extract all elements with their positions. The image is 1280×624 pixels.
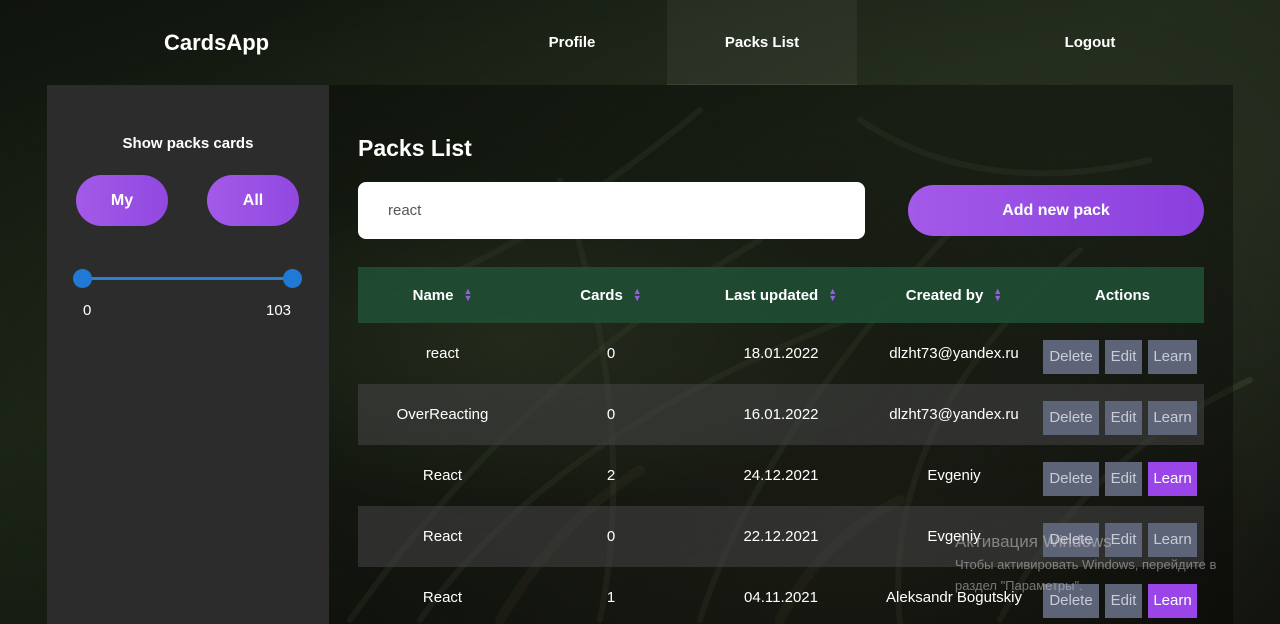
header-created-by[interactable]: Created by ▲ ▼ [867,287,1041,304]
pack-last-updated: 04.11.2021 [744,589,818,606]
header-cards-label: Cards [580,286,623,304]
row-actions: Delete Edit Learn [1041,517,1204,557]
header-last-updated-label: Last updated [724,286,819,304]
pack-name: React [422,528,463,545]
row-actions: Delete Edit Learn [1041,456,1204,496]
edit-button[interactable]: Edit [1105,522,1142,557]
header-cards[interactable]: Cards ▲ ▼ [527,287,695,304]
learn-button[interactable]: Learn [1148,400,1197,435]
my-packs-button[interactable]: My [76,175,168,226]
header-actions: Actions [1094,286,1150,304]
sort-icon[interactable]: ▲ ▼ [633,287,642,303]
table-row: React 0 22.12.2021 Evgeniy Delete Edit L… [358,506,1204,567]
pack-created-by: Aleksandr Bogutskiy [886,589,1022,606]
pack-cards-count: 1 [606,589,616,606]
all-packs-button[interactable]: All [207,175,299,226]
header-created-by-label: Created by [905,286,984,304]
table-row: OverReacting 0 16.01.2022 dlzht73@yandex… [358,384,1204,445]
edit-button[interactable]: Edit [1105,461,1142,496]
main-content: Packs List Add new pack Name ▲▼ Cards ▲▼… [329,85,1233,624]
range-max-value: 103 [266,302,292,319]
slider-max-handle[interactable] [283,269,302,288]
learn-button[interactable]: Learn [1148,339,1197,374]
filter-sidebar: Show packs cards My All 0 103 [47,85,329,624]
table-row: React 1 04.11.2021 Aleksandr Bogutskiy D… [358,567,1204,624]
edit-button[interactable]: Edit [1105,339,1142,374]
search-input[interactable] [358,182,865,239]
range-min-value: 0 [83,302,92,319]
header-last-updated[interactable]: Last updated ▲ ▼ [695,287,867,304]
learn-button[interactable]: Learn [1148,522,1197,557]
edit-button[interactable]: Edit [1105,400,1142,435]
nav-logout[interactable]: Logout [1000,0,1180,85]
pack-last-updated: 22.12.2021 [743,528,819,545]
delete-button[interactable]: Delete [1043,339,1099,374]
table-row: react 0 18.01.2022 dlzht73@yandex.ru Del… [358,323,1204,384]
pack-cards-count: 0 [606,345,616,362]
pack-cards-count: 2 [606,467,616,484]
pack-created-by: dlzht73@yandex.ru [889,406,1019,423]
pack-created-by: dlzht73@yandex.ru [889,345,1019,362]
nav-profile[interactable]: Profile [477,0,667,85]
row-actions: Delete Edit Learn [1041,334,1204,374]
pack-last-updated: 24.12.2021 [743,467,819,484]
delete-button[interactable]: Delete [1043,461,1099,496]
packs-table: Name ▲ ▼ Cards ▲ ▼ Last updated ▲ ▼ Created… [358,267,1204,624]
pack-created-by: Evgeniy [927,467,981,484]
cards-count-range-slider[interactable] [73,269,302,289]
learn-button[interactable]: Learn [1148,461,1197,496]
sort-icon[interactable]: ▲ ▼ [463,287,472,303]
header-name-label: Name [412,286,454,304]
pack-cards-count: 0 [606,406,616,423]
pack-name: React [422,467,463,484]
delete-button[interactable]: Delete [1043,400,1099,435]
pack-name: React [422,589,463,606]
table-row: React 2 24.12.2021 Evgeniy Delete Edit L… [358,445,1204,506]
pack-created-by: Evgeniy [927,528,981,545]
slider-track[interactable] [82,277,293,280]
top-header: CardsApp Profile Packs List Logout [0,0,1280,85]
page-title: Packs List [358,135,472,161]
slider-min-handle[interactable] [73,269,92,288]
delete-button[interactable]: Delete [1043,522,1099,557]
pack-last-updated: 18.01.2022 [743,345,819,362]
add-new-pack-button[interactable]: Add new pack [908,185,1204,236]
row-actions: Delete Edit Learn [1041,395,1204,435]
row-actions: Delete Edit Learn [1041,578,1204,618]
table-header: Name ▲ ▼ Cards ▲ ▼ Last updated ▲ ▼ Created… [358,267,1204,323]
pack-last-updated: 16.01.2022 [743,406,819,423]
delete-button[interactable]: Delete [1043,583,1099,618]
edit-button[interactable]: Edit [1105,583,1142,618]
header-name[interactable]: Name ▲ ▼ [358,287,527,304]
nav-packs-list[interactable]: Packs List [667,0,857,85]
sort-icon[interactable]: ▲ ▼ [828,287,837,303]
pack-cards-count: 0 [606,528,616,545]
learn-button[interactable]: Learn [1148,583,1197,618]
sort-icon[interactable]: ▲ ▼ [993,287,1002,303]
pack-name: react [425,345,460,362]
app-logo[interactable]: CardsApp [164,30,269,56]
pack-name: OverReacting [396,406,489,423]
sidebar-title: Show packs cards [122,135,254,152]
